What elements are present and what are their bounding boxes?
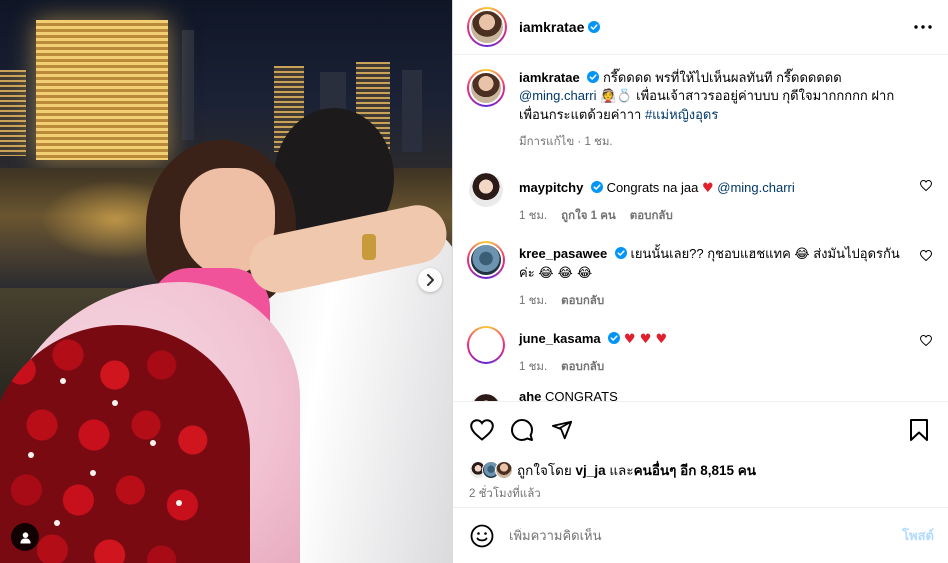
heart-outline-icon <box>919 334 933 347</box>
baby-breath-flower <box>60 378 66 384</box>
author-avatar[interactable] <box>467 7 507 47</box>
send-icon <box>551 420 573 439</box>
baby-breath-flower <box>150 440 156 446</box>
caption-text: เพื่อนเจ้าสาวรออยู่ค่าบบบ กุดีใจมากกกกก … <box>636 88 895 103</box>
laughing-emoji: 😂 😂 😂 <box>538 266 593 281</box>
post-dialog: iamkratae iamkratae กรี๊ดดดด พรที่ให้ไปเ… <box>0 0 948 563</box>
verified-badge-icon <box>608 332 621 344</box>
baby-breath-flower <box>176 500 182 506</box>
post-caption: iamkratae กรี๊ดดดด พรที่ให้ไปเห็นผลทันที… <box>467 69 932 151</box>
more-options-button[interactable] <box>914 25 932 29</box>
liker-username[interactable]: vj_ja <box>576 463 606 478</box>
liker-avatar <box>495 461 513 479</box>
emoji-picker-button[interactable] <box>469 523 495 549</box>
like-comment-button[interactable] <box>919 334 933 349</box>
post-action-bar <box>453 401 948 457</box>
commenter-username[interactable]: june_kasama <box>519 331 601 346</box>
comment-text: ค่ะ <box>519 265 535 280</box>
verified-badge-icon <box>587 71 600 83</box>
heart-outline-icon <box>919 249 933 262</box>
caption-hashtag[interactable]: #แม่หญิงอุดร <box>645 107 718 122</box>
commenter-avatar[interactable] <box>467 326 505 364</box>
skyscraper <box>402 70 422 152</box>
commenter-avatar[interactable] <box>469 173 503 207</box>
caption-username[interactable]: iamkratae <box>519 70 580 85</box>
add-comment-input[interactable] <box>509 528 903 543</box>
more-options-icon <box>914 25 932 29</box>
comment-time: 1 ชม. <box>519 361 548 373</box>
comment-button[interactable] <box>509 417 535 443</box>
red-heart-emoji: ♥ <box>701 181 714 196</box>
skyscraper <box>182 30 194 140</box>
comment-text: CONGRATS <box>545 392 618 401</box>
reply-button[interactable]: ตอบกลับ <box>630 207 673 225</box>
liker-avatars <box>469 461 513 479</box>
heart-outline-icon <box>919 179 933 192</box>
bookmark-icon <box>910 418 928 441</box>
post-side-panel: iamkratae iamkratae กรี๊ดดดด พรที่ให้ไปเ… <box>452 0 948 563</box>
share-button[interactable] <box>549 417 575 443</box>
reply-button[interactable]: ตอบกลับ <box>561 358 604 376</box>
post-header: iamkratae <box>453 0 948 55</box>
next-photo-button[interactable] <box>418 268 442 292</box>
likes-summary[interactable]: ถูกใจโดย vj_ja และคนอื่นๆ อีก 8,815 คน <box>453 457 948 483</box>
emoji-smile-icon <box>470 524 494 547</box>
baby-breath-flower <box>54 520 60 526</box>
verified-badge-icon <box>614 247 627 259</box>
comment-composer: โพสต์ <box>453 507 948 563</box>
baby-breath-flower <box>28 452 34 458</box>
commenter-username[interactable]: maypitchy <box>519 180 583 195</box>
baby-breath-flower <box>112 400 118 406</box>
user-tag-icon <box>19 531 31 544</box>
laughing-emoji: 😂 <box>794 247 810 262</box>
like-button[interactable] <box>469 417 495 443</box>
hotel-building <box>36 20 168 160</box>
comment-time: 1 ชม. <box>519 295 548 307</box>
comment-text: Congrats na jaa <box>606 180 699 195</box>
caption-text: เพื่อนกระแตด้วยค่าาา <box>519 107 642 122</box>
comment-mention[interactable]: @ming.charri <box>717 180 795 195</box>
verified-badge-icon <box>590 181 603 193</box>
post-photo[interactable] <box>0 0 452 563</box>
comment-icon <box>511 418 533 441</box>
commenter-username[interactable]: ahe <box>519 392 541 401</box>
reply-button[interactable]: ตอบกลับ <box>561 292 604 310</box>
verified-badge-icon <box>588 21 601 33</box>
comment-text: เยนนั้นเลย?? กุชอบแฮชแทค <box>630 246 791 261</box>
tagged-users-button[interactable] <box>11 523 39 551</box>
post-comment-button[interactable]: โพสต์ <box>902 525 934 546</box>
post-timestamp: 2 ชั่วโมงที่แล้ว <box>469 488 541 500</box>
comment-item: maypitchy Congrats na jaa ♥ @ming.charri… <box>467 171 933 225</box>
skyscraper <box>0 70 26 156</box>
caption-edited-label: มีการแก้ไข · 1 ชม. <box>519 136 613 148</box>
likes-text: ถูกใจโดย vj_ja และคนอื่นๆ อีก 8,815 คน <box>517 463 757 478</box>
caption-mention[interactable]: @ming.charri <box>519 88 597 103</box>
caption-text: กรี๊ดดดด พรที่ให้ไปเห็นผลทันที กรี๊ดดดดด… <box>602 70 842 85</box>
commenter-avatar[interactable] <box>469 394 503 401</box>
commenter-avatar[interactable] <box>467 241 505 279</box>
wristwatch <box>362 234 376 260</box>
other-likers-link[interactable]: คนอื่นๆ อีก 8,815 คน <box>634 463 756 478</box>
like-comment-button[interactable] <box>919 179 933 194</box>
commenter-username[interactable]: kree_pasawee <box>519 246 607 261</box>
comment-item: june_kasama ♥ ♥ ♥ 1 ชม. ตอบกลับ <box>467 326 933 376</box>
like-comment-button[interactable] <box>919 249 933 264</box>
comment-likes-count[interactable]: ถูกใจ 1 คน <box>561 207 616 225</box>
comment-text: ส่งมันไปอุดรกัน <box>813 246 900 261</box>
red-heart-emoji: ♥ ♥ ♥ <box>623 332 668 347</box>
save-button[interactable] <box>906 417 932 443</box>
baby-breath-flower <box>90 470 96 476</box>
heart-icon <box>470 418 494 441</box>
caption-emoji: 👰💍 <box>600 89 633 104</box>
comment-item: ahe CONGRATS <box>467 392 932 401</box>
author-username[interactable]: iamkratae <box>519 19 584 35</box>
chevron-right-icon <box>427 274 434 286</box>
caption-avatar[interactable] <box>467 69 505 107</box>
comments-list[interactable]: iamkratae กรี๊ดดดด พรที่ให้ไปเห็นผลทันที… <box>453 55 948 401</box>
comment-item: kree_pasawee เยนนั้นเลย?? กุชอบแฮชแทค 😂 … <box>467 241 933 310</box>
comment-time: 1 ชม. <box>519 210 548 222</box>
